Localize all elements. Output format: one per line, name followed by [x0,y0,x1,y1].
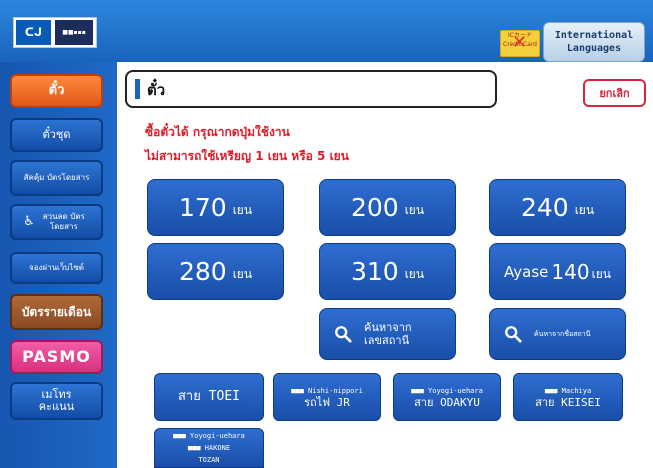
fare-button-ayase-140[interactable]: Ayase 140 เยน [489,243,626,300]
language-label-line2: Languages [566,43,622,54]
fare-amount: 140 [551,259,590,284]
sidebar-item-pasmo[interactable]: PASMO [10,340,103,374]
title-accent-bar [135,79,140,99]
fare-unit: เยน [404,203,425,217]
fare-unit: เยน [591,267,611,281]
search-label: ค้นหาจากชื่อสถานี [534,329,591,338]
fare-button-240[interactable]: 240 เยน [489,179,626,236]
fare-amount: 170 [178,193,227,222]
line-transfer-station: ■■■ Yoyogi-uehara [173,432,245,440]
international-languages-button[interactable]: International Languages [543,22,645,62]
sidebar-item-metro-points[interactable]: เมโทร คะแนน [10,382,103,420]
fare-button-310[interactable]: 310 เยน [319,243,456,300]
header-bar: ᑕᒍ ■■▪▪▪ ICカード Credit Card ✕ Internation… [0,0,653,62]
line-button-hakone-tozan[interactable]: ■■■ Yoyogi-uehara ■■■ HAKONE TOZAN [154,428,264,468]
metro-logo: ᑕᒍ ■■▪▪▪ [13,17,97,48]
sidebar-item-label: สัคคุ้ม บัตรโดยสาร [23,173,90,182]
sidebar-item-label: เมโทร คะแนน [38,388,75,413]
line-label: TOZAN [198,456,220,464]
line-label: สาย ODAKYU [414,396,480,409]
sidebar-item-label: จองผ่านเว็บไซต์ [29,263,84,272]
main-panel: ตั๋ว ยกเลิก ซื้อตั๋วได้ กรุณากดปุ่มใช้งา… [117,62,653,468]
sidebar-item-ticket[interactable]: ตั๋ว [10,74,103,108]
fare-button-280[interactable]: 280 เยน [147,243,284,300]
fare-unit: เยน [232,267,253,281]
search-icon [505,326,522,343]
instruction-text: ซื้อตั๋วได้ กรุณากดปุ่มใช้งาน [145,125,290,139]
sidebar: ตั๋ว ตั๋วชุด สัคคุ้ม บัตรโดยสาร ♿ สวนลด … [0,62,117,468]
line-button-odakyu[interactable]: ■■■ Yoyogi-uehara สาย ODAKYU [393,373,501,421]
sidebar-item-discount-pass[interactable]: ♿ สวนลด บัตรโดยสาร [10,204,103,240]
sidebar-item-value-pass[interactable]: สัคคุ้ม บัตรโดยสาร [10,160,103,196]
fare-button-200[interactable]: 200 เยน [319,179,456,236]
sidebar-item-label: สวนลด บัตรโดยสาร [42,212,85,231]
search-icon [335,326,352,343]
search-label: ค้นหาจาก เลขสถานี [364,321,412,347]
fare-unit: เยน [574,203,595,217]
cancel-button[interactable]: ยกเลิก [583,79,646,107]
line-label: สาย KEISEI [535,396,601,409]
pasmo-logo: PASMO [22,347,91,366]
sidebar-item-label: ตั๋วชุด [42,128,71,141]
page-title: ตั๋ว [147,81,166,99]
sidebar-item-coupon-ticket[interactable]: ตั๋วชุด [10,118,103,152]
line-label-middle: ■■■ HAKONE [187,444,231,452]
line-label: รถไฟ JR [304,396,350,409]
sidebar-item-label: ตั๋ว [48,83,65,98]
coin-notice-text: ไม่สามารถใช้เหรียญ 1 เยน หรือ 5 เยน [145,149,349,163]
search-by-station-number-button[interactable]: ค้นหาจาก เลขสถานี [319,308,456,360]
fare-amount: 310 [350,257,399,286]
line-button-jr[interactable]: ■■■ Nishi-nippori รถไฟ JR [273,373,381,421]
logo-mark: ᑕᒍ [16,20,51,45]
cross-icon: ✕ [512,32,528,53]
sidebar-item-commuter-pass[interactable]: บัตรรายเดือน [10,294,103,330]
search-by-station-name-button[interactable]: ค้นหาจากชื่อสถานี [489,308,626,360]
logo-subtext: ■■▪▪▪ [55,20,93,45]
sidebar-item-label: บัตรรายเดือน [21,305,92,319]
sidebar-item-web-booking[interactable]: จองผ่านเว็บไซต์ [10,252,103,284]
fare-station-name: Ayase [504,262,549,281]
fare-unit: เยน [404,267,425,281]
fare-amount: 200 [350,193,399,222]
fare-amount: 280 [178,257,227,286]
ic-card-unavailable-icon: ICカード Credit Card ✕ [500,30,540,57]
page-title-box: ตั๋ว [125,70,497,108]
fare-button-170[interactable]: 170 เยน [147,179,284,236]
language-label-line1: International [554,30,634,41]
fare-unit: เยน [232,203,253,217]
line-button-toei[interactable]: สาย TOEI [154,373,264,421]
fare-amount: 240 [520,193,569,222]
line-button-keisei[interactable]: ■■■ Machiya สาย KEISEI [513,373,623,421]
wheelchair-icon: ♿ [23,214,35,229]
line-label: สาย TOEI [178,389,240,404]
